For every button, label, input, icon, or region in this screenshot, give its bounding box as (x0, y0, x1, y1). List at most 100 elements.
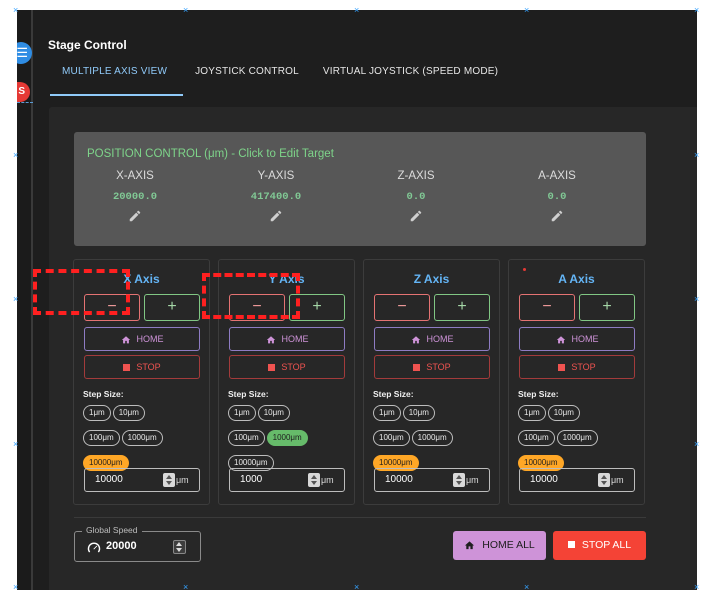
position-label: Z-AXIS (397, 170, 435, 182)
position-y[interactable]: Y-AXIS 417400.0 (221, 170, 331, 223)
a-home-button[interactable]: HOME (519, 327, 635, 351)
x-step-input[interactable]: 10000 μm (84, 468, 200, 492)
x-home-button[interactable]: HOME (84, 327, 200, 351)
stop-label: STOP (281, 362, 306, 372)
home-all-label: HOME ALL (482, 539, 535, 551)
home-all-button[interactable]: HOME ALL (453, 531, 546, 560)
z-home-button[interactable]: HOME (374, 327, 490, 351)
y-plus-button[interactable]: + (289, 294, 345, 321)
step-chip-10um[interactable]: 10μm (402, 405, 435, 421)
x-plus-button[interactable]: + (144, 294, 200, 321)
step-chip-1um[interactable]: 1μm (518, 405, 546, 421)
step-chip-1000um[interactable]: 1000μm (121, 430, 163, 446)
axis-card-y: Y Axis − + HOME STOP Step Size: 1μm 10μm … (218, 259, 355, 505)
spinner-icon[interactable] (163, 473, 175, 487)
a-step-input[interactable]: 10000 μm (519, 468, 635, 492)
step-size-label: Step Size: (228, 389, 269, 399)
y-step-input[interactable]: 1000 μm (229, 468, 345, 492)
a-stop-button[interactable]: STOP (519, 355, 635, 379)
axis-card-x: X Axis − + HOME STOP Step Size: 1μm 10μm … (73, 259, 210, 505)
global-speed-field[interactable]: Global Speed 20000 (74, 525, 201, 562)
step-chip-1000um[interactable]: 1000μm (266, 430, 308, 446)
indicator-dot (523, 268, 526, 271)
step-chip-100um[interactable]: 100μm (228, 430, 265, 446)
z-plus-button[interactable]: + (434, 294, 490, 321)
stop-square-icon (123, 363, 131, 371)
y-minus-button[interactable]: − (229, 294, 285, 321)
step-chip-100um[interactable]: 100μm (518, 430, 555, 446)
spinner-icon[interactable] (598, 473, 610, 487)
control-panel: POSITION CONTROL (μm) - Click to Edit Ta… (49, 107, 697, 590)
step-chip-1000um[interactable]: 1000μm (556, 430, 598, 446)
axis-title: Y Axis (268, 272, 305, 286)
step-chip-10um[interactable]: 10μm (547, 405, 580, 421)
axis-title: Z Axis (413, 272, 450, 286)
unit-label: μm (176, 475, 189, 485)
position-a[interactable]: A-AXIS 0.0 (502, 170, 612, 223)
stop-label: STOP (571, 362, 596, 372)
stop-all-button[interactable]: STOP ALL (553, 531, 646, 560)
y-home-button[interactable]: HOME (229, 327, 345, 351)
pencil-icon[interactable] (550, 209, 564, 223)
z-minus-button[interactable]: − (374, 294, 430, 321)
global-speed-value: 20000 (106, 540, 137, 552)
axis-card-z: Z Axis − + HOME STOP Step Size: 1μm 10μm … (363, 259, 500, 505)
step-chip-100um[interactable]: 100μm (373, 430, 410, 446)
position-value: 417400.0 (250, 191, 302, 203)
tab-multiple-axis-view[interactable]: MULTIPLE AXIS VIEW (50, 60, 184, 96)
position-control-card[interactable]: POSITION CONTROL (μm) - Click to Edit Ta… (74, 132, 646, 246)
step-value: 10000 (385, 474, 413, 485)
position-label: Y-AXIS (257, 170, 295, 182)
step-chip-1000um[interactable]: 1000μm (411, 430, 453, 446)
spinner-icon[interactable] (173, 540, 186, 554)
step-size-chips: 1μm 10μm 100μm 1000μm 10000μm (373, 402, 493, 477)
step-chip-1um[interactable]: 1μm (228, 405, 256, 421)
step-chip-1um[interactable]: 1μm (373, 405, 401, 421)
spinner-icon[interactable] (308, 473, 320, 487)
stop-label: STOP (136, 362, 161, 372)
position-z[interactable]: Z-AXIS 0.0 (361, 170, 471, 223)
pencil-icon[interactable] (128, 209, 142, 223)
tab-virtual-joystick[interactable]: VIRTUAL JOYSTICK (SPEED MODE) (311, 60, 510, 96)
a-plus-button[interactable]: + (579, 294, 635, 321)
position-label: X-AXIS (116, 170, 154, 182)
step-size-label: Step Size: (83, 389, 124, 399)
stop-all-label: STOP ALL (581, 539, 632, 551)
pencil-icon[interactable] (269, 209, 283, 223)
step-chip-10um[interactable]: 10μm (112, 405, 145, 421)
guide-line (17, 102, 33, 103)
unit-label: μm (321, 475, 334, 485)
axis-card-a: A Axis − + HOME STOP Step Size: 1μm 10μm … (508, 259, 645, 505)
z-stop-button[interactable]: STOP (374, 355, 490, 379)
z-step-input[interactable]: 10000 μm (374, 468, 490, 492)
unit-label: μm (466, 475, 479, 485)
pencil-icon[interactable] (409, 209, 423, 223)
step-size-label: Step Size: (373, 389, 414, 399)
speedometer-icon (87, 542, 101, 553)
app-window: ☰ S Stage Control MULTIPLE AXIS VIEW JOY… (17, 10, 697, 590)
step-value: 1000 (240, 474, 263, 485)
position-label: A-AXIS (538, 170, 576, 182)
step-chip-100um[interactable]: 100μm (83, 430, 120, 446)
x-minus-button[interactable]: − (84, 294, 140, 321)
position-control-title: POSITION CONTROL (μm) - Click to Edit Ta… (87, 148, 334, 160)
home-icon (556, 335, 566, 345)
x-stop-button[interactable]: STOP (84, 355, 200, 379)
step-value: 10000 (530, 474, 558, 485)
step-chip-10um[interactable]: 10μm (257, 405, 290, 421)
axis-title: A Axis (558, 272, 595, 286)
tab-joystick-control[interactable]: JOYSTICK CONTROL (183, 60, 311, 96)
home-icon (121, 335, 131, 345)
home-icon (411, 335, 421, 345)
home-label: HOME (426, 334, 454, 344)
y-stop-button[interactable]: STOP (229, 355, 345, 379)
a-minus-button[interactable]: − (519, 294, 575, 321)
step-value: 10000 (95, 474, 123, 485)
stop-label: STOP (426, 362, 451, 372)
global-speed-label: Global Speed (82, 525, 142, 535)
unit-label: μm (611, 475, 624, 485)
step-chip-1um[interactable]: 1μm (83, 405, 111, 421)
stop-square-icon (567, 540, 575, 548)
position-x[interactable]: X-AXIS 20000.0 (80, 170, 190, 223)
spinner-icon[interactable] (453, 473, 465, 487)
